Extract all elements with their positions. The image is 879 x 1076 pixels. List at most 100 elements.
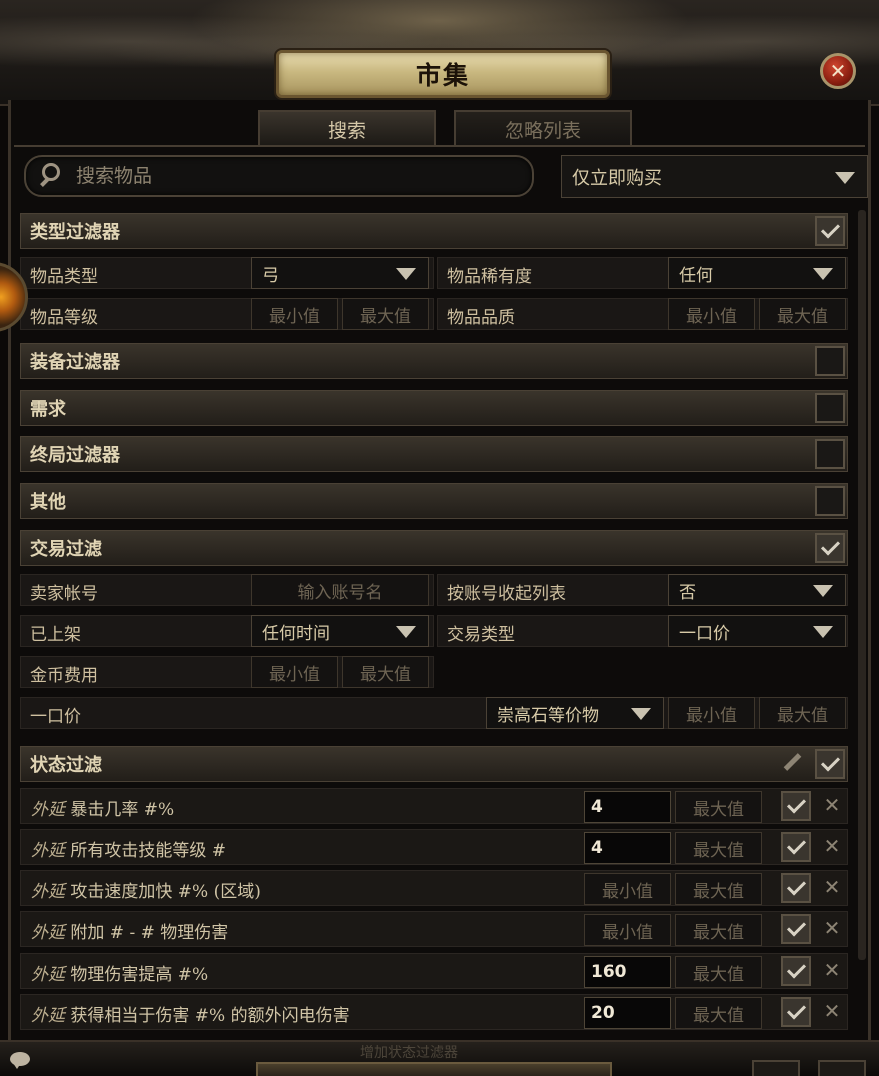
- item-type-select[interactable]: 弓: [251, 257, 429, 289]
- stat-checkbox[interactable]: [781, 873, 811, 903]
- stat-checkbox[interactable]: [781, 832, 811, 862]
- remove-stat-icon[interactable]: ✕: [821, 834, 843, 860]
- footer-toggle-button[interactable]: [752, 1060, 800, 1076]
- section-checkbox[interactable]: [815, 486, 845, 516]
- section-type-filters[interactable]: 类型过滤器: [20, 213, 848, 249]
- stat-label: 外延 暴击几率 #%: [31, 800, 175, 820]
- section-stat-filters[interactable]: 状态过滤: [20, 746, 848, 782]
- quality-max-input[interactable]: 最大值: [759, 298, 846, 330]
- stat-checkbox[interactable]: [781, 914, 811, 944]
- chevron-down-icon: [813, 626, 833, 638]
- chevron-down-icon: [813, 268, 833, 280]
- stat-max-input[interactable]: 最大值: [675, 873, 762, 905]
- section-equipment-filters[interactable]: 装备过滤器: [20, 343, 848, 379]
- remove-stat-icon[interactable]: ✕: [821, 958, 843, 984]
- stat-max-input[interactable]: 最大值: [675, 791, 762, 823]
- quality-min-input[interactable]: 最小值: [668, 298, 755, 330]
- search-box: [24, 155, 534, 197]
- listed-select[interactable]: 任何时间: [251, 615, 429, 647]
- rarity-value: 任何: [679, 265, 713, 286]
- stat-label: 外延 所有攻击技能等级 #: [31, 841, 227, 861]
- window-title: 市集: [415, 61, 470, 90]
- section-checkbox[interactable]: [815, 749, 845, 779]
- item-level-label: 物品等级: [30, 308, 98, 328]
- remove-stat-icon[interactable]: ✕: [821, 916, 843, 942]
- tab-search[interactable]: 搜索: [258, 110, 436, 146]
- rarity-select[interactable]: 任何: [668, 257, 846, 289]
- close-button[interactable]: ✕: [820, 53, 856, 89]
- section-checkbox[interactable]: [815, 533, 845, 563]
- search-icon: [40, 163, 66, 189]
- quality-label: 物品品质: [447, 308, 515, 328]
- stat-min-input[interactable]: 4: [584, 832, 671, 864]
- gold-fee-label: 金币费用: [30, 666, 98, 686]
- remove-stat-icon[interactable]: ✕: [821, 999, 843, 1025]
- remove-stat-icon[interactable]: ✕: [821, 875, 843, 901]
- item-level-max-input[interactable]: 最大值: [342, 298, 429, 330]
- tab-ignore-list[interactable]: 忽略列表: [454, 110, 632, 146]
- scrollbar[interactable]: [858, 210, 866, 960]
- seller-label: 卖家帐号: [30, 584, 98, 604]
- section-title: 交易过滤: [30, 539, 102, 560]
- stat-label: 外延 物理伤害提高 #%: [31, 965, 209, 985]
- remove-stat-icon[interactable]: ✕: [821, 793, 843, 819]
- sale-type-value: 一口价: [679, 623, 730, 644]
- tab-ignore-list-label: 忽略列表: [504, 119, 581, 142]
- price-label: 一口价: [30, 707, 81, 727]
- section-misc[interactable]: 其他: [20, 483, 848, 519]
- section-requirements[interactable]: 需求: [20, 390, 848, 426]
- item-type-value: 弓: [262, 265, 279, 286]
- search-button[interactable]: [256, 1062, 612, 1076]
- price-currency-select[interactable]: 崇高石等价物: [486, 697, 664, 729]
- chevron-down-icon: [396, 626, 416, 638]
- tab-divider: [14, 145, 865, 147]
- price-min-input[interactable]: 最小值: [668, 697, 755, 729]
- footer-help-button[interactable]: [818, 1060, 866, 1076]
- add-stat-filter-ghost: 增加状态过滤器: [360, 1045, 458, 1061]
- sale-type-select[interactable]: 一口价: [668, 615, 846, 647]
- stat-row: 外延 攻击速度加快 #% (区域) 最小值 最大值 ✕: [20, 870, 848, 906]
- stat-max-input[interactable]: 最大值: [675, 914, 762, 946]
- edit-icon[interactable]: [781, 753, 803, 775]
- section-title: 类型过滤器: [30, 222, 120, 243]
- stat-max-input[interactable]: 最大值: [675, 997, 762, 1029]
- section-title: 状态过滤: [30, 755, 102, 776]
- stat-checkbox[interactable]: [781, 956, 811, 986]
- stat-min-input[interactable]: 20: [584, 997, 671, 1029]
- buy-filter-select[interactable]: 仅立即购买: [561, 155, 868, 198]
- search-input[interactable]: [76, 165, 516, 187]
- stat-checkbox[interactable]: [781, 791, 811, 821]
- stat-max-input[interactable]: 最大值: [675, 956, 762, 988]
- chat-icon[interactable]: [10, 1052, 34, 1070]
- buy-filter-value: 仅立即购买: [572, 167, 662, 189]
- stat-checkbox[interactable]: [781, 997, 811, 1027]
- price-currency-value: 崇高石等价物: [497, 705, 599, 726]
- section-endgame-filters[interactable]: 终局过滤器: [20, 436, 848, 472]
- gold-max-input[interactable]: 最大值: [342, 656, 429, 688]
- section-title: 终局过滤器: [30, 445, 120, 466]
- stat-min-input[interactable]: 最小值: [584, 873, 671, 905]
- section-checkbox[interactable]: [815, 439, 845, 469]
- item-level-min-input[interactable]: 最小值: [251, 298, 338, 330]
- stat-min-input[interactable]: 160: [584, 956, 671, 988]
- chevron-down-icon: [835, 171, 855, 184]
- stat-label: 外延 附加 # - # 物理伤害: [31, 923, 229, 943]
- item-type-label: 物品类型: [30, 267, 98, 287]
- stat-row: 外延 物理伤害提高 #% 160 最大值 ✕: [20, 953, 848, 989]
- section-title: 需求: [30, 399, 66, 420]
- section-checkbox[interactable]: [815, 346, 845, 376]
- section-trade-filters[interactable]: 交易过滤: [20, 530, 848, 566]
- section-checkbox[interactable]: [815, 216, 845, 246]
- stat-min-input[interactable]: 最小值: [584, 914, 671, 946]
- chevron-down-icon: [396, 268, 416, 280]
- price-max-input[interactable]: 最大值: [759, 697, 846, 729]
- stat-max-input[interactable]: 最大值: [675, 832, 762, 864]
- stat-min-input[interactable]: 4: [584, 791, 671, 823]
- section-checkbox[interactable]: [815, 393, 845, 423]
- stat-label: 外延 攻击速度加快 #% (区域): [31, 882, 261, 902]
- seller-account-input[interactable]: 输入账号名: [251, 574, 429, 606]
- gold-min-input[interactable]: 最小值: [251, 656, 338, 688]
- collapse-by-account-select[interactable]: 否: [668, 574, 846, 606]
- stat-row: 外延 所有攻击技能等级 # 4 最大值 ✕: [20, 829, 848, 865]
- window-title-plate: 市集: [276, 50, 610, 98]
